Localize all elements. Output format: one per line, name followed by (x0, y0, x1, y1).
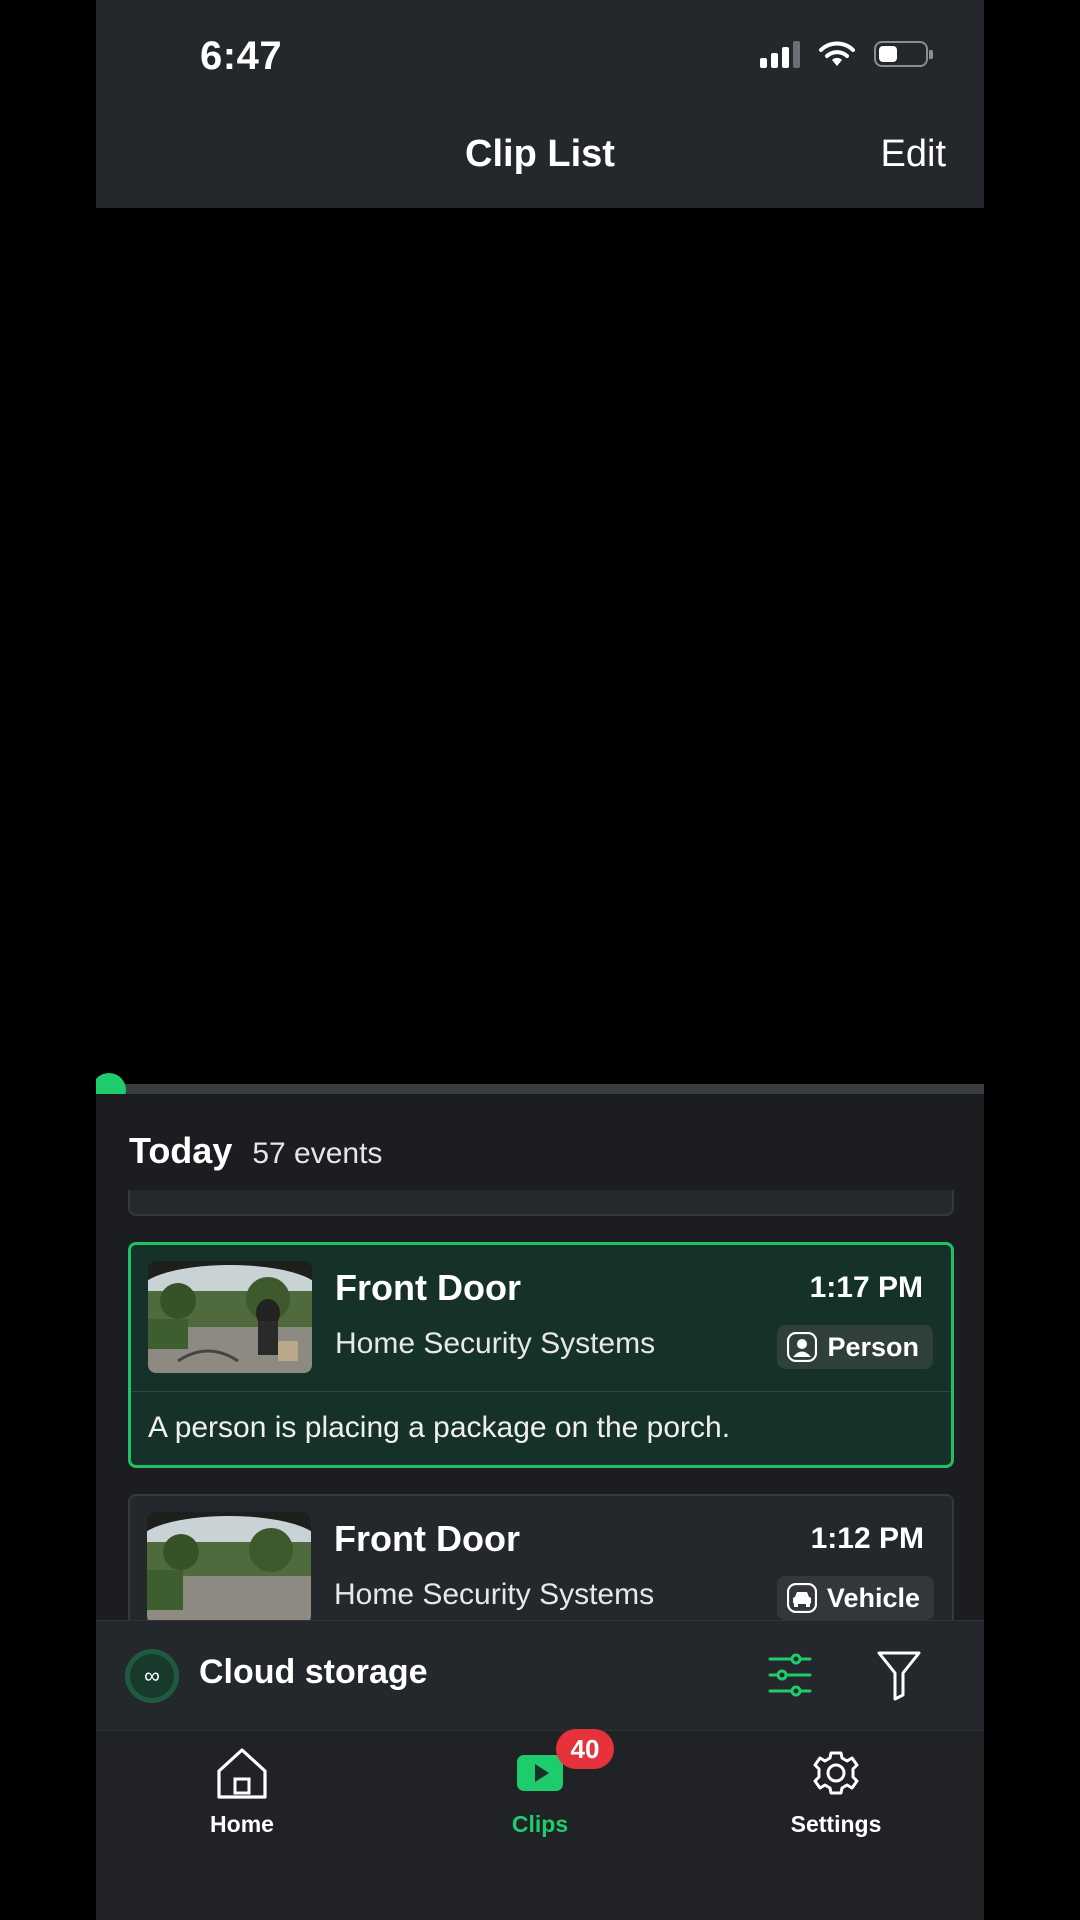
day-label: Today (129, 1130, 233, 1171)
detection-tag-label: Vehicle (826, 1582, 920, 1613)
cloud-storage-label[interactable]: Cloud storage (199, 1653, 428, 1692)
clip-thumbnail (148, 1261, 312, 1373)
video-scrubber-track[interactable] (96, 1084, 984, 1094)
page-title: Clip List (465, 133, 615, 175)
clip-camera-name: Front Door (335, 1267, 521, 1308)
tab-settings-label: Settings (790, 1811, 882, 1837)
clip-card[interactable]: Front Door Home Security Systems 1:17 PM… (128, 1242, 954, 1468)
clip-description: A person is placing a package on the por… (148, 1411, 731, 1444)
clip-list-panel: Today 57 events Front Door Home Security… (96, 1094, 984, 1620)
cloud-storage-icon: ∞ (125, 1649, 179, 1703)
edit-button[interactable]: Edit (881, 133, 946, 176)
sliders-icon[interactable] (766, 1651, 814, 1699)
top-bar: 6:47 Clip List Edit (96, 0, 984, 208)
detection-tag-label: Person (827, 1331, 919, 1362)
detection-tag: Vehicle (776, 1576, 934, 1620)
clip-location: Home Security Systems (335, 1327, 656, 1360)
status-icons (760, 40, 933, 68)
clip-time: 1:12 PM (810, 1522, 924, 1555)
status-time: 6:47 (200, 34, 283, 78)
home-icon (217, 1748, 267, 1799)
person-icon (787, 1332, 818, 1362)
tab-home-label: Home (210, 1811, 274, 1837)
detection-tag: Person (777, 1325, 933, 1369)
clip-card[interactable]: Front Door Home Security Systems 1:12 PM… (128, 1494, 954, 1620)
phone-screen: 6:47 Clip List Edit Today 57 events Fron… (96, 0, 984, 1920)
tab-clips-label: Clips (511, 1811, 569, 1837)
vehicle-icon (786, 1583, 817, 1613)
card-divider (131, 1391, 951, 1392)
battery-icon (874, 41, 933, 67)
cloud-storage-bar: ∞ Cloud storage (96, 1620, 984, 1731)
filter-icon[interactable] (876, 1649, 922, 1701)
clips-badge: 40 (556, 1729, 614, 1769)
cellular-signal-icon (760, 40, 800, 68)
gear-icon (813, 1751, 859, 1795)
day-header: Today 57 events (129, 1130, 382, 1172)
bottom-tab-bar: Home Clips 40 Settings (96, 1729, 984, 1920)
tab-settings[interactable]: Settings (756, 1745, 916, 1838)
event-count: 57 events (252, 1137, 383, 1170)
previous-clip-card-edge[interactable] (128, 1190, 954, 1216)
tab-home[interactable]: Home (162, 1745, 322, 1838)
clip-location: Home Security Systems (334, 1578, 655, 1611)
clip-thumbnail (147, 1512, 311, 1620)
clip-time: 1:17 PM (809, 1271, 923, 1304)
video-player[interactable] (96, 208, 984, 1084)
wifi-icon (819, 41, 855, 66)
clip-camera-name: Front Door (334, 1518, 520, 1559)
